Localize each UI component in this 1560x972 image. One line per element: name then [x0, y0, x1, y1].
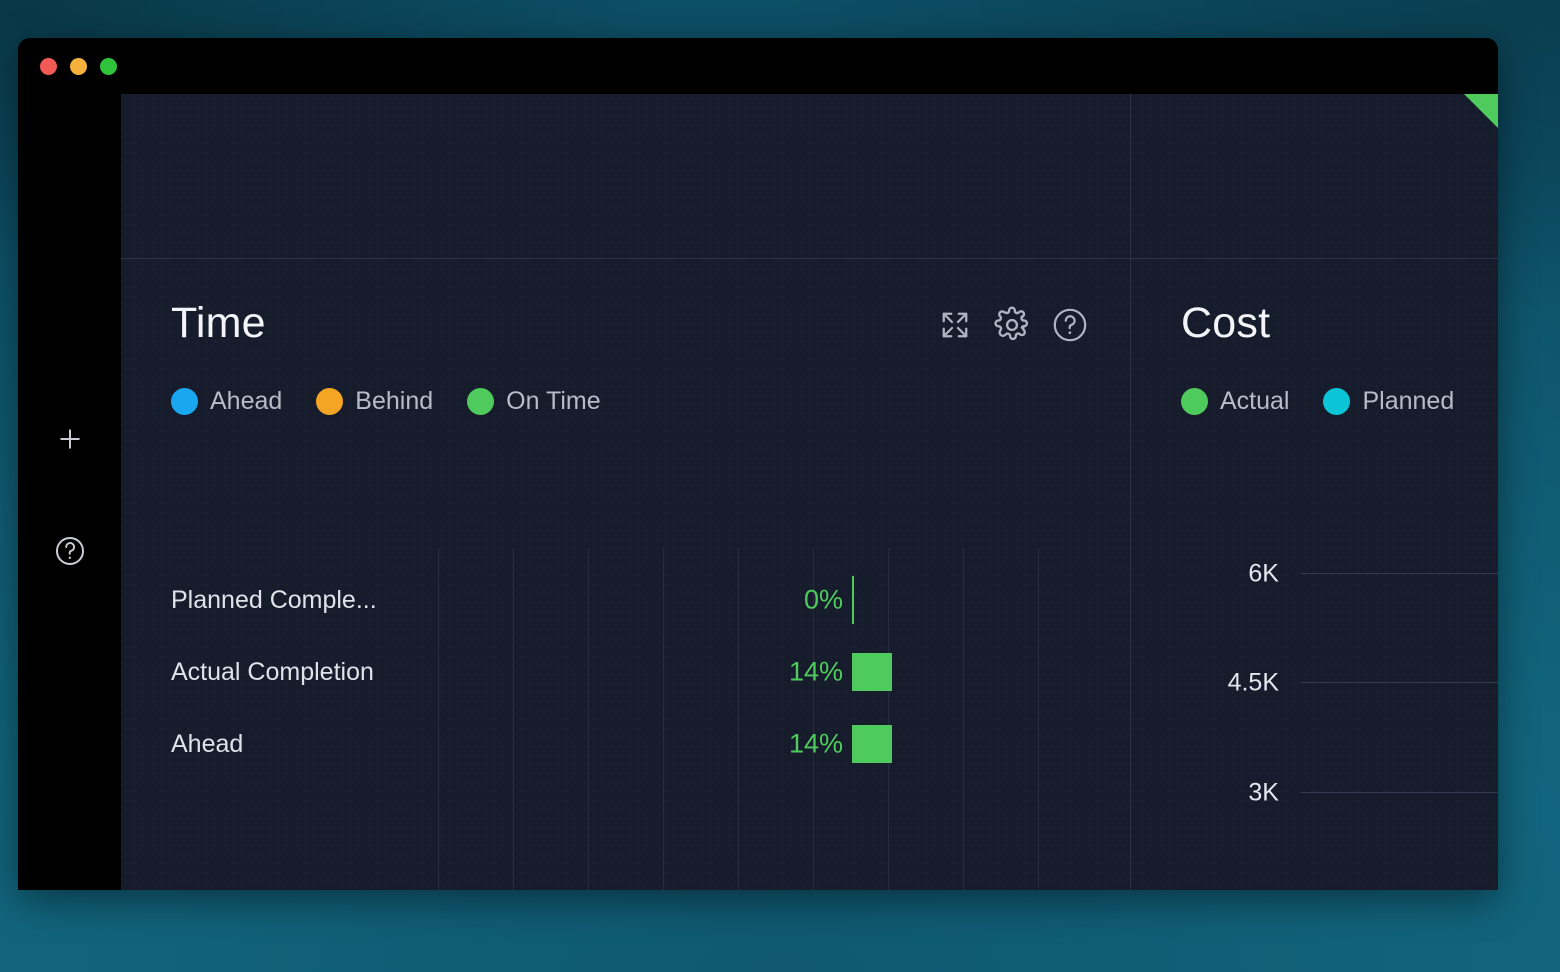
legend-swatch-on-time — [467, 388, 495, 415]
legend-item-behind[interactable]: Behind — [316, 387, 433, 416]
chart-cost: 6K 4.5K 3K 1.5K — [1131, 548, 1498, 890]
chart-row-track: 0% — [431, 564, 1131, 636]
legend-item-actual[interactable]: Actual — [1181, 387, 1289, 416]
chart-row-actual-completion[interactable]: Actual Completion 14% — [171, 636, 1131, 708]
legend-item-on-time[interactable]: On Time — [467, 387, 601, 416]
page-title-cost: Cost — [1181, 299, 1271, 347]
legend-swatch-behind — [316, 388, 344, 415]
gridline — [1301, 682, 1498, 683]
legend-label-ahead: Ahead — [210, 387, 283, 415]
legend-item-ahead[interactable]: Ahead — [171, 387, 282, 416]
chart-row-planned-completion[interactable]: Planned Comple... 0% — [171, 564, 1131, 636]
panel-cost: Cost Actual Planned 6K 4.5K 3K — [1131, 258, 1498, 890]
chart-row-label: Ahead — [171, 729, 244, 758]
chart-row-track: 14% — [431, 636, 1131, 708]
gear-icon — [994, 306, 1029, 341]
chart-row-label: Planned Comple... — [171, 585, 377, 614]
chart-row-label: Actual Completion — [171, 657, 374, 686]
window-zoom-button[interactable] — [100, 57, 117, 75]
y-axis-tick-label: 4.5K — [1227, 668, 1279, 696]
sidebar-item-add[interactable] — [18, 424, 121, 454]
chart-row-track: 14% — [431, 708, 1131, 780]
gridline — [1301, 792, 1498, 793]
expand-icon — [942, 312, 968, 338]
chart-cost-axis-row: 4.5K — [1228, 668, 1498, 696]
legend-swatch-ahead — [171, 388, 198, 415]
chart-row-value: 14% — [788, 656, 843, 687]
dashboard-canvas: Time Ahead Behind On Time Planned Comple… — [121, 94, 1498, 890]
chart-row-value: 0% — [803, 584, 843, 615]
window-close-button[interactable] — [40, 57, 57, 75]
chart-bar[interactable] — [852, 725, 892, 763]
panel-time-toolbar — [937, 306, 1089, 344]
legend-item-planned[interactable]: Planned — [1323, 387, 1454, 416]
chart-cost-axis-row: 3K — [1248, 778, 1498, 806]
legend-label-behind: Behind — [355, 387, 434, 415]
chart-row-value: 14% — [788, 728, 843, 759]
sidebar — [18, 94, 121, 890]
y-axis-tick-label: 1.5K — [1228, 888, 1279, 890]
panel-time: Time Ahead Behind On Time Planned Comple… — [121, 258, 1131, 890]
legend-swatch-actual — [1181, 388, 1208, 415]
legend-label-on-time: On Time — [506, 387, 601, 415]
legend-label-planned: Planned — [1362, 387, 1455, 415]
chart-cost-plot-area: 6K 4.5K 3K 1.5K — [1228, 548, 1498, 890]
help-button[interactable] — [1051, 306, 1089, 344]
window-titlebar — [18, 38, 1498, 94]
chart-time-rows: Planned Comple... 0% Actual Completion 1… — [171, 564, 1131, 780]
chart-bar[interactable] — [852, 653, 892, 691]
gridline — [1301, 573, 1498, 574]
help-circle-icon — [1053, 308, 1087, 342]
settings-button[interactable] — [993, 306, 1031, 344]
legend-label-actual: Actual — [1220, 387, 1290, 415]
sidebar-item-help[interactable] — [18, 534, 121, 568]
chart-cost-axis-row: 6K — [1248, 559, 1498, 587]
status-corner-flag — [1464, 94, 1498, 128]
chart-time: Planned Comple... 0% Actual Completion 1… — [121, 548, 1131, 890]
y-axis-tick-label: 6K — [1248, 559, 1279, 587]
window-minimize-button[interactable] — [70, 57, 87, 75]
expand-button[interactable] — [937, 307, 973, 343]
chart-bar[interactable] — [852, 576, 854, 624]
y-axis-tick-label: 3K — [1248, 778, 1279, 806]
chart-row-ahead[interactable]: Ahead 14% — [171, 708, 1131, 780]
window-body: Time Ahead Behind On Time Planned Comple… — [18, 94, 1498, 890]
legend-time: Ahead Behind On Time — [171, 387, 1131, 416]
legend-cost: Actual Planned — [1181, 387, 1498, 416]
legend-swatch-planned — [1323, 388, 1351, 415]
plus-icon — [59, 429, 80, 449]
help-circle-icon — [55, 536, 84, 566]
app-window: Time Ahead Behind On Time Planned Comple… — [18, 38, 1498, 890]
